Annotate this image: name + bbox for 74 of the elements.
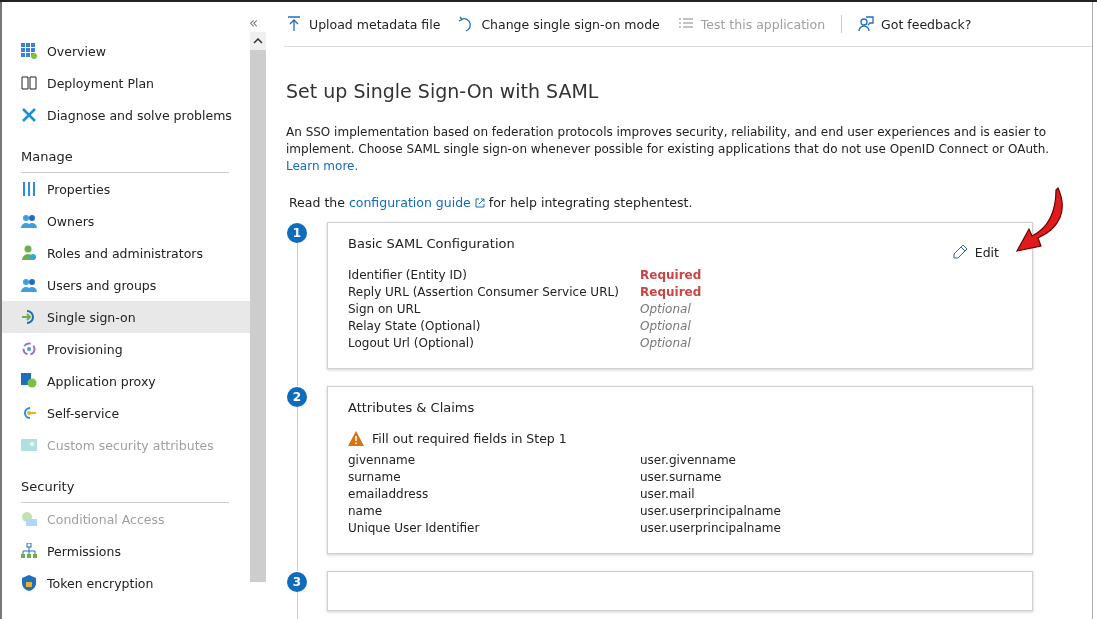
field-value: Optional	[640, 336, 692, 350]
upload-icon	[286, 16, 302, 32]
hierarchy-icon	[21, 543, 37, 559]
card-title: Basic SAML Configuration	[348, 236, 516, 251]
field-name: Identifier (Entity ID)	[348, 268, 468, 282]
scroll-up-icon[interactable]	[253, 38, 263, 44]
step-number: 3	[287, 572, 307, 592]
step-number: 1	[287, 223, 307, 243]
scrollbar[interactable]	[250, 32, 266, 582]
sidebar-item[interactable]: Roles and administrators	[2, 237, 250, 269]
field-value: user.userprincipalname	[640, 504, 782, 518]
intro-text: An SSO implementation based on federation protocols improves security, reliability, and end user experiences and is easier to implement. Choose SAML single sign-on whenever possible for existing applications that do not use OpenID Connect or OAuth. Learn more.	[286, 124, 1051, 175]
section-heading: Security	[21, 479, 229, 503]
sidebar-item[interactable]: Owners	[2, 205, 250, 237]
pencil-icon	[951, 244, 968, 260]
field-name: Relay State (Optional)	[348, 319, 482, 333]
field-value: Required	[640, 285, 703, 299]
field-name: Reply URL (Assertion Consumer Service URL)	[348, 285, 620, 299]
bars-icon	[21, 181, 37, 197]
card-icon	[21, 437, 37, 453]
people-icon	[21, 213, 37, 229]
field-name: Unique User Identifier	[348, 521, 481, 535]
field-value: user.userprincipalname	[640, 521, 782, 535]
step-number: 2	[287, 387, 307, 407]
sidebar-item[interactable]: Permissions	[2, 535, 250, 567]
field-value: user.mail	[640, 487, 696, 501]
warning-text: Fill out required fields in Step 1	[372, 431, 567, 446]
conditional-icon	[21, 511, 37, 527]
sidebar-item[interactable]: Single sign-on	[2, 301, 250, 333]
sidebar-item[interactable]: Token encryption	[2, 567, 250, 599]
field-name: surname	[348, 470, 402, 484]
sidebar-item[interactable]: Self-service	[2, 397, 250, 429]
proxy-icon	[21, 373, 37, 389]
page-title: Set up Single Sign-On with SAML	[286, 80, 600, 102]
field-name: Sign on URL	[348, 302, 422, 316]
field-name: givenname	[348, 453, 417, 467]
field-value: Required	[640, 268, 703, 282]
section-heading: Manage	[21, 149, 229, 173]
guide-text: Read the	[289, 195, 345, 210]
guide-text: for help integrating stephentest.	[488, 195, 693, 210]
toolbar-button[interactable]: Upload metadata file	[284, 16, 443, 32]
tools-icon	[21, 107, 37, 123]
sign-in-icon	[21, 309, 37, 325]
grid-icon	[21, 43, 37, 59]
warning-icon	[348, 431, 364, 446]
book-icon	[21, 75, 37, 91]
collapse-button[interactable]: «	[249, 14, 259, 32]
toolbar-button[interactable]: Change single sign-on mode	[456, 16, 662, 32]
sidebar-item[interactable]: Diagnose and solve problems	[2, 99, 250, 131]
sync-icon	[21, 341, 37, 357]
card-title: Attributes & Claims	[348, 400, 476, 415]
sidebar-item[interactable]: Deployment Plan	[2, 67, 250, 99]
sidebar-item[interactable]: Application proxy	[2, 365, 250, 397]
toolbar-button[interactable]: Got feedback?	[856, 16, 974, 32]
key-icon	[21, 405, 37, 421]
feedback-icon	[858, 16, 875, 32]
field-value: user.surname	[640, 470, 723, 484]
field-value: Optional	[640, 319, 692, 333]
field-name: name	[348, 504, 384, 518]
sidebar-item[interactable]: Overview	[2, 35, 250, 67]
field-name: emailaddress	[348, 487, 430, 501]
configuration-guide-link[interactable]: configuration guide	[348, 195, 471, 210]
sidebar-item[interactable]: Users and groups	[2, 269, 250, 301]
people-icon	[21, 277, 37, 293]
person-icon	[21, 245, 37, 261]
shield-lock-icon	[21, 575, 37, 591]
sidebar-item[interactable]: Properties	[2, 173, 250, 205]
learn-more-link[interactable]: Learn more.	[286, 159, 359, 173]
sidebar-item[interactable]: Provisioning	[2, 333, 250, 365]
edit-button[interactable]: Edit	[945, 243, 1005, 261]
field-name: Logout Url (Optional)	[348, 336, 475, 350]
field-value: user.givenname	[640, 453, 737, 467]
external-link-icon	[474, 197, 485, 208]
field-value: Optional	[640, 302, 692, 316]
